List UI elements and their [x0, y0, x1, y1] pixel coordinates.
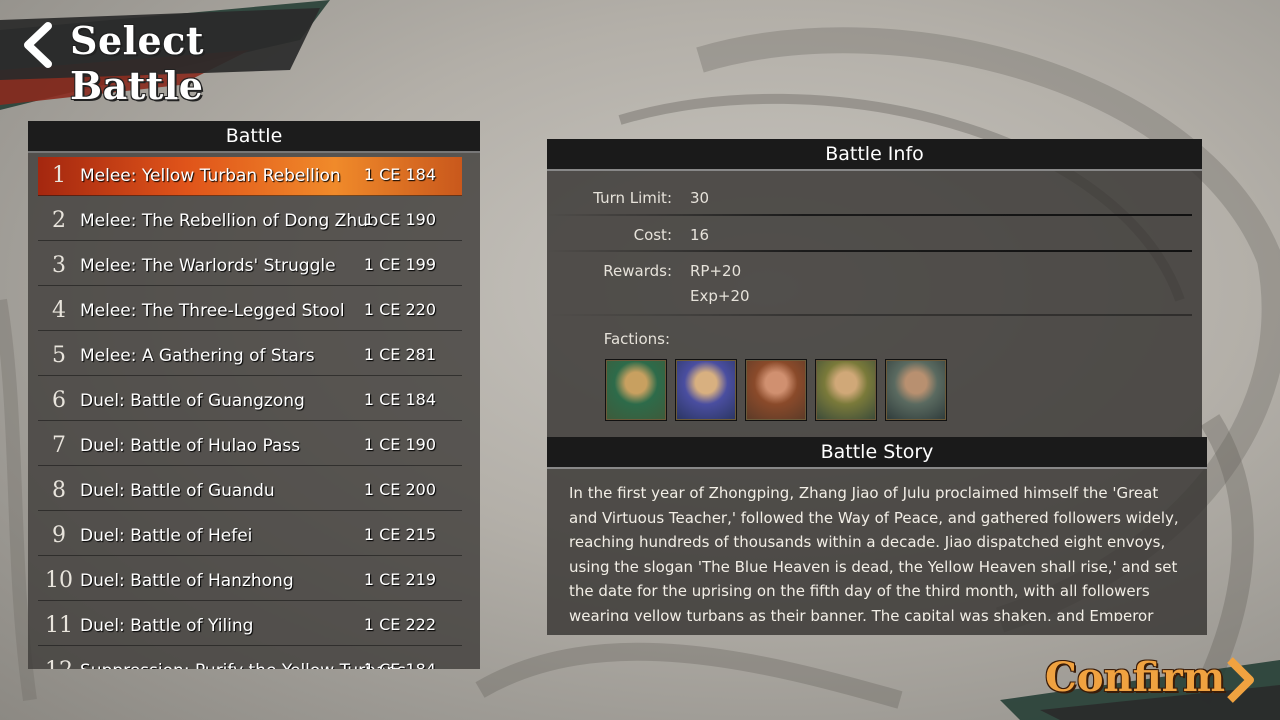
officer-portrait-icon[interactable] — [605, 359, 667, 421]
page-title: Select Battle — [70, 18, 204, 108]
battle-list-item[interactable]: 9 Duel: Battle of Hefei 1 CE 215 — [38, 517, 462, 556]
back-button[interactable] — [18, 22, 60, 68]
officer-portrait-icon[interactable] — [885, 359, 947, 421]
battle-item-number: 10 — [45, 568, 73, 593]
battle-item-date: 1 CE 199 — [363, 255, 436, 274]
chevron-right-icon — [1227, 657, 1254, 703]
battle-item-name: Duel: Battle of Hulao Pass — [80, 436, 301, 456]
turn-limit-label: Turn Limit: — [593, 189, 672, 207]
confirm-area: Confirm — [1000, 640, 1280, 720]
battle-list-item[interactable]: 10 Duel: Battle of Hanzhong 1 CE 219 — [38, 562, 462, 601]
battle-item-name: Melee: The Three-Legged Stool — [80, 301, 345, 321]
confirm-arrow-button[interactable] — [1222, 656, 1258, 704]
rewards-label: Rewards: — [603, 262, 672, 280]
battle-list-header: Battle — [28, 121, 480, 153]
title-bar: Select Battle — [0, 0, 340, 110]
battle-item-date: 1 CE 190 — [363, 435, 436, 454]
battle-info-panel: Battle Info Turn Limit: 30 Cost: 16 Rewa… — [547, 139, 1202, 437]
battle-item-date: 1 CE 222 — [363, 615, 436, 634]
battle-item-date: 1 CE 281 — [363, 345, 436, 364]
battle-item-number: 9 — [52, 523, 66, 548]
battle-list-item[interactable]: 8 Duel: Battle of Guandu 1 CE 200 — [38, 472, 462, 511]
battle-item-name: Duel: Battle of Hanzhong — [80, 571, 294, 591]
officer-portrait-icon[interactable] — [745, 359, 807, 421]
battle-item-date: 1 CE 184 — [363, 165, 436, 184]
officer-portrait-icon[interactable] — [675, 359, 737, 421]
divider — [547, 250, 1192, 252]
battle-item-date: 1 CE 184 — [363, 390, 436, 409]
battle-item-number: 3 — [52, 253, 66, 278]
battle-item-date: 1 CE 184 — [364, 652, 436, 669]
divider — [547, 214, 1192, 216]
battle-item-date: 1 CE 219 — [363, 570, 436, 589]
battle-list-item[interactable]: 5 Melee: A Gathering of Stars 1 CE 281 — [38, 337, 462, 376]
battle-item-date: 1 CE 215 — [363, 525, 436, 544]
battle-item-number: 11 — [45, 613, 73, 638]
battle-item-name: Duel: Battle of Guangzong — [80, 391, 305, 411]
battle-item-name: Duel: Battle of Guandu — [80, 481, 275, 501]
battle-list-item[interactable]: 7 Duel: Battle of Hulao Pass 1 CE 190 — [38, 427, 462, 466]
turn-limit-value: 30 — [690, 189, 710, 207]
battle-story-text[interactable]: In the first year of Zhongping, Zhang Ji… — [569, 481, 1189, 621]
battle-list-item[interactable]: 2 Melee: The Rebellion of Dong Zhuo 1 CE 1… — [38, 202, 462, 241]
battle-list-item[interactable]: 4 Melee: The Three-Legged Stool 1 CE 220 — [38, 292, 462, 331]
battle-list-item[interactable]: 12Suppression: Purify the Yellow Turbans… — [38, 652, 462, 669]
battle-story-panel: Battle Story In the first year of Zhongp… — [547, 437, 1207, 635]
battle-item-number: 6 — [52, 388, 66, 413]
confirm-button[interactable]: Confirm — [1045, 654, 1225, 701]
battle-list[interactable]: 1 Melee: Yellow Turban Rebellion 1 CE 184 2… — [28, 153, 480, 669]
battle-item-number: 5 — [52, 343, 66, 368]
battle-list-panel: Battle 1 Melee: Yellow Turban Rebellion 1 … — [28, 121, 480, 669]
battle-list-item[interactable]: 3 Melee: The Warlords' Struggle 1 CE 199 — [38, 247, 462, 286]
battle-story-header: Battle Story — [547, 437, 1207, 469]
battle-item-name: Melee: Yellow Turban Rebellion — [80, 166, 341, 186]
factions-label: Factions: — [603, 330, 670, 348]
battle-item-date: 1 CE 190 — [363, 210, 436, 229]
reward-exp: Exp+20 — [690, 287, 750, 305]
cost-value: 16 — [690, 226, 710, 244]
battle-item-name: Melee: A Gathering of Stars — [80, 346, 315, 366]
battle-item-date: 1 CE 200 — [363, 480, 436, 499]
battle-item-number: 2 — [52, 208, 66, 233]
battle-item-date: 1 CE 220 — [363, 300, 436, 319]
battle-item-number: 7 — [52, 433, 66, 458]
officer-portrait-icon[interactable] — [815, 359, 877, 421]
reward-rp: RP+20 — [690, 262, 742, 280]
battle-list-item[interactable]: 11 Duel: Battle of Yiling 1 CE 222 — [38, 607, 462, 646]
battle-item-name: Melee: The Warlords' Struggle — [80, 256, 336, 276]
battle-item-number: 12 — [38, 652, 80, 669]
battle-item-name: Melee: The Rebellion of Dong Zhuo — [80, 211, 379, 231]
cost-label: Cost: — [633, 226, 672, 244]
battle-item-number: 4 — [52, 298, 66, 323]
battle-info-header: Battle Info — [547, 139, 1202, 171]
battle-item-name: Duel: Battle of Hefei — [80, 526, 253, 546]
battle-item-name: Duel: Battle of Yiling — [80, 616, 254, 636]
battle-item-number: 1 — [52, 163, 66, 188]
battle-list-item[interactable]: 6 Duel: Battle of Guangzong 1 CE 184 — [38, 382, 462, 421]
divider — [547, 314, 1192, 316]
battle-list-item[interactable]: 1 Melee: Yellow Turban Rebellion 1 CE 184 — [38, 157, 462, 196]
chevron-left-icon — [24, 22, 52, 68]
battle-item-name: Suppression: Purify the Yellow Turbans — [80, 652, 406, 669]
battle-item-number: 8 — [52, 478, 66, 503]
